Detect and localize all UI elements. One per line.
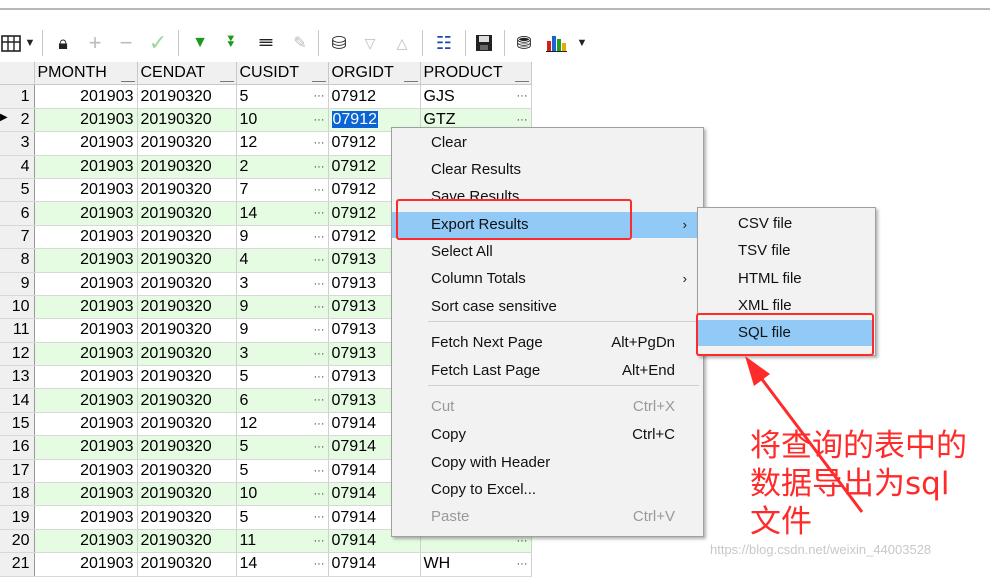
annotation-line: 数据导出为sql (750, 466, 950, 502)
annotation-text: 将查询的表中的 数据导出为sql 文件 (750, 427, 967, 541)
watermark: https://blog.csdn.net/weixin_44003528 (710, 542, 932, 557)
annotation-line: 文件 (750, 504, 812, 540)
annotation-line: 将查询的表中的 (750, 428, 967, 464)
